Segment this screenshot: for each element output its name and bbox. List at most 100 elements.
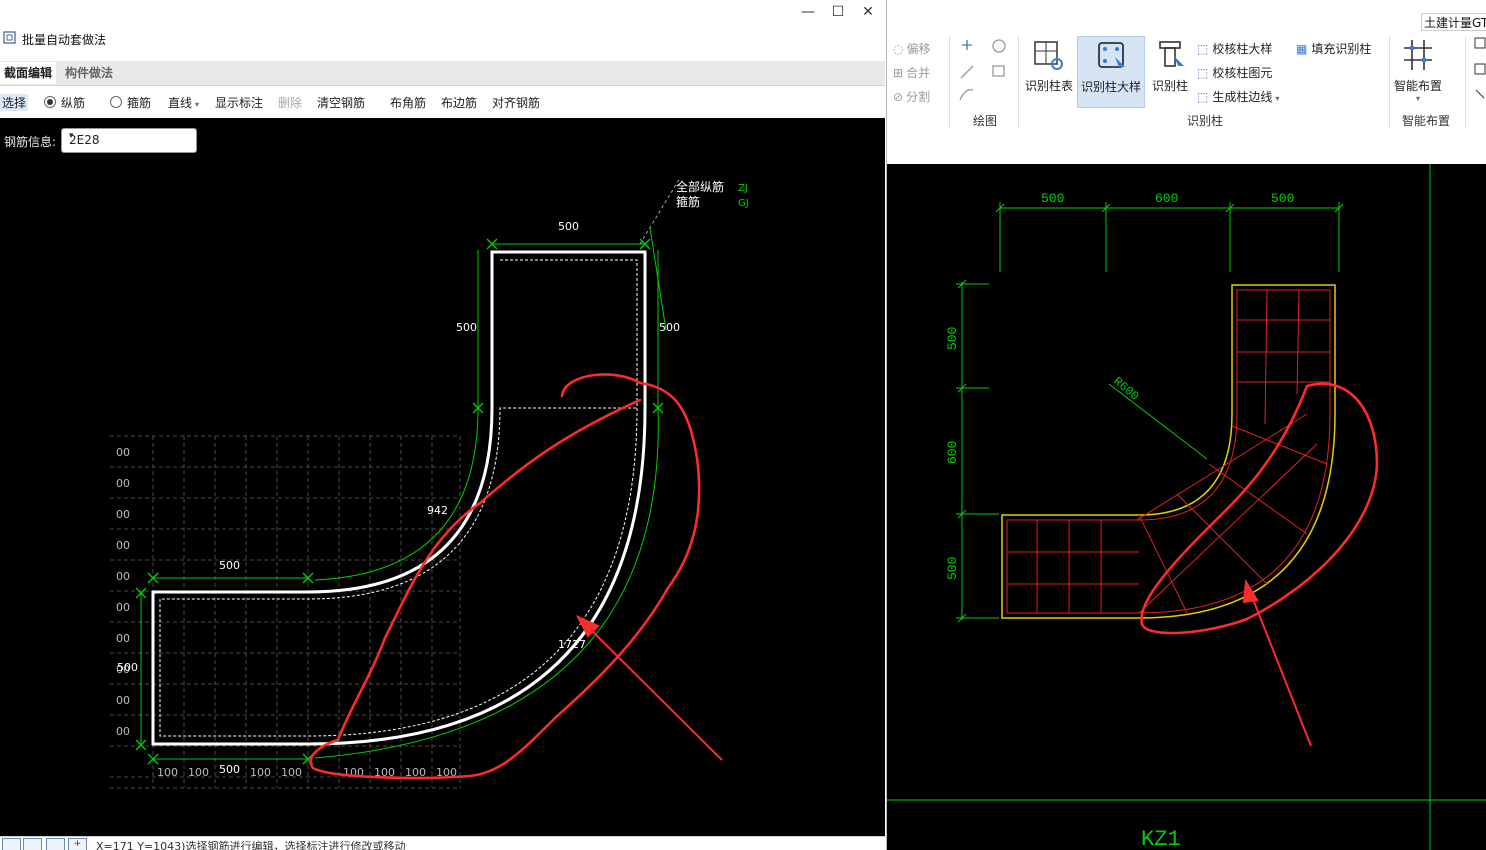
check-detail-icon: ⬚: [1197, 42, 1209, 56]
cad-drawing: 500 600 500 500 600 500 R600 KZ1: [887, 164, 1486, 850]
draw-tools[interactable]: [955, 36, 1017, 108]
red-highlight-circle: [1140, 382, 1379, 635]
dim-inner-arc: 942: [427, 504, 448, 517]
select-button[interactable]: 选择: [0, 94, 29, 111]
corner-rebar-button[interactable]: 布角筋: [390, 94, 426, 111]
grid-label: 00: [116, 725, 130, 738]
cad-viewport[interactable]: 500 600 500 500 600 500 R600 KZ1: [887, 164, 1486, 850]
tab-bar: 截面编辑 构件做法: [0, 61, 885, 86]
tab-component-method[interactable]: 构件做法: [61, 62, 117, 84]
offset-label: 偏移: [906, 42, 931, 56]
column-name: KZ1: [1141, 827, 1181, 850]
grid-label: 100: [281, 766, 302, 779]
chevron-down-icon: ▾: [195, 100, 200, 109]
left-dim-1: 500: [945, 327, 960, 350]
split-label: 分割: [906, 90, 931, 104]
align-rebar-button[interactable]: 对齐钢筋: [492, 94, 540, 111]
ribbon-separator: [1389, 36, 1390, 128]
stirrup-radio[interactable]: 箍筋: [110, 94, 151, 111]
ribbon-separator: [1465, 36, 1466, 128]
maximize-button[interactable]: ☐: [826, 3, 850, 21]
recognize-detail-label: 识别柱大样: [1080, 80, 1141, 94]
ribbon: 土建计量GT ◌ 偏移 ⊞ 合并 ⊘ 分割 绘图 识别柱表 识别柱大样 识别柱 …: [887, 0, 1486, 133]
dim-upper-right: 500: [659, 321, 680, 334]
grid-label: 00: [116, 632, 130, 645]
left-dim-2: 600: [945, 441, 960, 464]
recognize-column-label: 识别柱: [1151, 79, 1188, 93]
recognize-group-label: 识别柱: [1187, 114, 1224, 128]
rect-icon: [992, 65, 1005, 77]
detail-recognize-icon: [1098, 42, 1125, 68]
edit-toolbar: 选择 纵筋 箍筋 直线 ▾ 显示标注 删除 清空钢筋 布角筋 布边筋 对齐钢筋: [0, 88, 885, 116]
left-dim-3: 500: [945, 557, 960, 580]
top-dim-3: 500: [1271, 191, 1294, 206]
dim-lower-bottom: 500: [219, 763, 240, 776]
status-button-3[interactable]: [46, 838, 65, 850]
check-detail-button[interactable]: ⬚ 校核柱大样: [1197, 40, 1272, 57]
longitudinal-radio[interactable]: 纵筋: [44, 94, 85, 111]
tool-icon-2: [1475, 89, 1485, 99]
extra-tools[interactable]: [1473, 36, 1486, 106]
top-dimension: [995, 202, 1344, 272]
clear-rebar-button[interactable]: 清空钢筋: [317, 94, 365, 111]
column-recognize-icon: [1159, 41, 1184, 67]
status-button-1[interactable]: [2, 838, 21, 850]
legend-all-long: 全部纵筋: [676, 179, 724, 194]
status-bar: + X=171 Y=1043)选择钢筋进行编辑，选择标注进行修改或移动: [0, 836, 885, 850]
status-add-button[interactable]: +: [68, 838, 87, 850]
merge-icon: ⊞: [893, 66, 904, 80]
merge-label: 合并: [906, 66, 931, 80]
stirrup-label: 箍筋: [127, 96, 152, 110]
grid-label: 00: [116, 570, 130, 583]
window-title-strip: — ☐ ✕: [0, 0, 885, 25]
radio-checked-icon: [44, 96, 56, 108]
split-icon: ⊘: [893, 90, 904, 104]
tab-section-edit[interactable]: 截面编辑: [0, 62, 57, 84]
delete-button[interactable]: 删除: [278, 94, 302, 111]
dim-outer-arc: 1727: [558, 638, 586, 651]
smart-group-label: 智能布置: [1402, 114, 1451, 128]
grid-label: 00: [116, 601, 130, 614]
line-label: 直线: [168, 96, 193, 110]
recognize-table-button[interactable]: 识别柱表: [1024, 36, 1074, 106]
column-outline: [1001, 284, 1336, 619]
show-dim-button[interactable]: 显示标注: [215, 94, 263, 111]
leader-line: [639, 177, 681, 245]
table-recognize-icon: [1034, 41, 1063, 70]
close-button[interactable]: ✕: [856, 3, 880, 21]
rebar-editor-dialog: — ☐ ✕ 批量自动套做法 截面编辑 构件做法 选择 纵筋 箍筋 直线 ▾ 显示标…: [0, 0, 885, 850]
check-element-icon: ⬚: [1197, 66, 1209, 80]
legend-stirrup: 箍筋: [676, 194, 700, 209]
minimize-button[interactable]: —: [796, 3, 820, 21]
recognize-detail-button[interactable]: 识别柱大样: [1077, 36, 1145, 108]
status-button-2[interactable]: [23, 838, 42, 850]
edge-rebar-button[interactable]: 布边筋: [441, 94, 477, 111]
offset-button[interactable]: ◌ 偏移: [893, 40, 931, 57]
red-arrow: [1242, 578, 1312, 747]
dimension-lines: [140, 227, 667, 760]
line-dropdown[interactable]: 直线 ▾: [168, 94, 199, 111]
rotate-icon: [992, 39, 1006, 53]
section-canvas[interactable]: 钢筋信息: 2E28 ▾ 00 00 00 00 00 00 00 00 00 …: [0, 118, 885, 836]
rebar-detail: [1006, 289, 1331, 614]
smart-place-button[interactable]: 智能布置 ▾: [1392, 36, 1444, 106]
dim-lower-left: 500: [117, 661, 138, 674]
recognize-column-button[interactable]: 识别柱: [1146, 36, 1194, 106]
grid-icon: [1474, 63, 1486, 75]
fill-column-button[interactable]: ▦ 填充识别柱: [1296, 40, 1371, 57]
check-element-label: 校核柱图元: [1212, 66, 1273, 80]
split-button[interactable]: ⊘ 分割: [893, 88, 930, 105]
merge-button[interactable]: ⊞ 合并: [893, 64, 930, 81]
ribbon-separator: [1018, 36, 1019, 128]
red-arrow: [575, 614, 723, 761]
longitudinal-label: 纵筋: [61, 96, 86, 110]
fill-column-label: 填充识别柱: [1311, 42, 1372, 56]
top-dim-1: 500: [1041, 191, 1064, 206]
offset-icon: ◌: [893, 42, 904, 56]
grid-label: 00: [116, 446, 130, 459]
gen-edge-button[interactable]: ⬚ 生成柱边线 ▾: [1197, 88, 1279, 105]
grid-label: 100: [188, 766, 209, 779]
dialog-titlebar: 批量自动套做法: [0, 28, 885, 50]
check-element-button[interactable]: ⬚ 校核柱图元: [1197, 64, 1272, 81]
grid-label: 00: [116, 539, 130, 552]
